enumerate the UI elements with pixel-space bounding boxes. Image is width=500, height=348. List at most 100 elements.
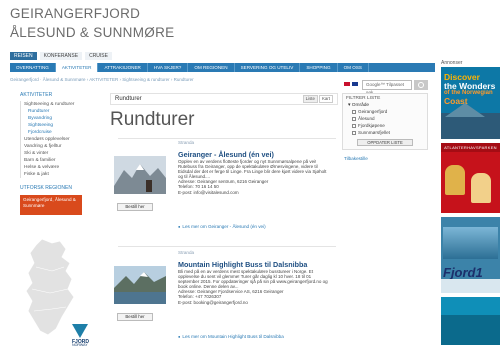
ad3-image [443, 227, 498, 259]
sidebar-heading: AKTIVITETER [20, 92, 53, 98]
flag-norwegian-icon[interactable] [344, 82, 350, 86]
view-map-button[interactable]: Kart [318, 95, 333, 103]
ad2-label: ATLANTERHAVSPARKEN [441, 143, 500, 152]
sidebar-item-sightseeing-rundturer[interactable]: Sightseeing & rundturer [21, 101, 104, 108]
site-title-line1: GEIRANGERFJORD [10, 6, 141, 21]
fjord-norway-mark-icon [72, 324, 88, 342]
read-more-link[interactable]: Les mer om Geiranger - Ålesund (én vei) [178, 224, 265, 229]
checkbox-icon[interactable] [352, 130, 356, 135]
thumb-person [146, 180, 152, 192]
ad1-line2: the Wonders [444, 80, 496, 91]
nav-item-om-oss[interactable]: OM OSS [338, 63, 369, 72]
sidebar-item-sightseeing[interactable]: Sightseeing [21, 122, 104, 129]
content-header-bar: Rundturer Liste Kart [110, 93, 338, 105]
main-content: Rundturer Liste Kart Rundturer [110, 93, 338, 131]
view-toggle: Liste Kart [302, 95, 333, 103]
language-flags [344, 82, 358, 86]
book-button[interactable]: Bestill her [117, 203, 153, 211]
ad4-image [441, 315, 500, 345]
book-button[interactable]: Bestill her [117, 313, 153, 321]
listing-description-text: Opplev en av verdens flotteste fjorder o… [178, 159, 327, 180]
listing-thumbnail[interactable] [114, 266, 166, 304]
sidebar-item-helse[interactable]: Helse & velvære [21, 164, 104, 171]
listing-item: Stranda Bestill her Mountain Highlight B… [110, 250, 338, 348]
site-title[interactable]: GEIRANGERFJORD ÅLESUND & SUNNMØRE [10, 6, 174, 40]
divider [118, 138, 336, 139]
thumb-fjord [114, 292, 166, 304]
breadcrumb[interactable]: Geirangerfjord · Ålesund & Sunnmøre › AK… [10, 77, 194, 82]
sidebar-item-barn[interactable]: Barn & familier [21, 157, 104, 164]
region-map-shape [25, 238, 75, 336]
listing-thumbnail[interactable] [114, 156, 166, 194]
ad-fjord1[interactable]: Fjord1 [441, 217, 500, 293]
sidebar-item-utendors[interactable]: Utendørs opplevelser [21, 136, 104, 143]
sidebar-item-rundturer[interactable]: Rundturer [21, 108, 104, 115]
filter-option[interactable]: Fjordkjøpene [352, 122, 424, 129]
page-title: Rundturer [110, 109, 195, 130]
sidebar-item-fjordcruise[interactable]: Fjordcruise [21, 129, 104, 136]
filter-option[interactable]: Ålesund [352, 115, 424, 122]
nav-item-om-regionen[interactable]: OM REGIONEN [188, 63, 235, 72]
filter-option-label: Geirangerfjord [358, 109, 388, 114]
nav-item-servering[interactable]: SERVERING OG UTELIV [235, 63, 301, 72]
region-selector[interactable]: Geirangerfjord, Ålesund & Sunnmøre [20, 195, 82, 215]
nav-item-hva-skjer[interactable]: HVA SKJER? [148, 63, 189, 72]
nav-item-attraksjoner[interactable]: ATTRAKSJONER [98, 63, 148, 72]
sidebar-item-byvandring[interactable]: Byvandring [21, 115, 104, 122]
site-title-line2: ÅLESUND & SUNNMØRE [10, 25, 175, 40]
filter-option-label: Sunnmørsfjellet [358, 130, 390, 135]
sidebar-item-vandring[interactable]: Vandring & fjelltur [21, 143, 104, 150]
listing-description: Opplev en av verdens flotteste fjorder o… [178, 159, 332, 195]
checkbox-icon[interactable] [352, 109, 356, 114]
ad-banner[interactable] [441, 297, 500, 345]
sidebar: AKTIVITETER Sightseeing & rundturer Rund… [10, 92, 104, 215]
filter-heading: FILTRER LISTE [346, 96, 381, 101]
section-tab-cruise[interactable]: CRUISE [85, 52, 112, 60]
sidebar-item-ski[interactable]: Ski & vinter [21, 150, 104, 157]
nav-item-aktiviteter[interactable]: AKTIVITETER [55, 63, 99, 72]
listing-email[interactable]: E-post: booking@geirangerfjord.no [178, 300, 248, 305]
update-list-button[interactable]: OPPDATER LISTE [357, 139, 413, 146]
fjord-norway-logo[interactable]: FJORD NORWAY [72, 324, 89, 348]
sidebar-menu: Sightseeing & rundturer Rundturer Byvand… [20, 101, 104, 178]
region-map[interactable] [22, 237, 82, 337]
listing-email[interactable]: E-post: info@visitalesund.com [178, 190, 239, 195]
nav-item-overnatting[interactable]: OVERNATTING [10, 63, 56, 72]
search-input[interactable]: Google™ Tilpasset søk [362, 80, 412, 95]
ad3-band [441, 279, 500, 293]
filter-option-label: Ålesund [358, 116, 375, 121]
read-more-link[interactable]: Les mer om Mountain Highlight Buss til D… [178, 334, 283, 339]
filter-option[interactable]: Geirangerfjord [352, 108, 424, 115]
ad-hurtigruten-text: Discover the Wonders of the Norwegian Co… [444, 73, 495, 106]
nav-item-shopping[interactable]: SHOPPING [300, 63, 338, 72]
listing-title[interactable]: Mountain Highlight Buss til Dalsnibba [178, 260, 307, 269]
checkbox-icon[interactable] [352, 116, 356, 121]
listing-description-text: Bli med på en av verdens mest spektakulæ… [178, 269, 328, 290]
checkbox-icon[interactable] [352, 123, 356, 128]
ad2-figure [471, 173, 491, 203]
fjord-norway-text-2: NORWAY [72, 343, 88, 347]
ads-label: Annonser [441, 60, 463, 66]
sidebar-item-fiske[interactable]: Fiske & jakt [21, 171, 104, 178]
ad1-image [441, 103, 500, 139]
ad2-figure [445, 165, 465, 195]
search-button[interactable] [414, 80, 428, 90]
filter-option-label: Fjordkjøpene [358, 123, 385, 128]
content-crumb-title: Rundturer [115, 96, 142, 102]
listing-category: Stranda [178, 250, 195, 255]
divider [118, 246, 336, 247]
view-list-button[interactable]: Liste [302, 95, 318, 103]
reset-filter-link[interactable]: Tilbakestille [344, 156, 368, 161]
section-switcher: REISEN KONFERANSE CRUISE [10, 52, 112, 60]
listing-description: Bli med på en av verdens mest spektakulæ… [178, 269, 332, 305]
listing-category: Stranda [178, 140, 195, 145]
listing-item: Stranda Bestill her Geiranger - Ålesund … [110, 140, 338, 252]
ad-hurtigruten[interactable]: Discover the Wonders of the Norwegian Co… [441, 67, 500, 139]
listing-title[interactable]: Geiranger - Ålesund (én vei) [178, 150, 274, 159]
flag-english-icon[interactable] [352, 82, 358, 86]
main-nav: OVERNATTING AKTIVITETER ATTRAKSJONER HVA… [10, 63, 435, 72]
section-tab-reisen[interactable]: REISEN [10, 52, 37, 60]
section-tab-konferanse[interactable]: KONFERANSE [39, 52, 83, 60]
ad-atlanterhavsparken[interactable]: ATLANTERHAVSPARKEN [441, 143, 500, 213]
filter-option[interactable]: Sunnmørsfjellet [352, 129, 424, 136]
